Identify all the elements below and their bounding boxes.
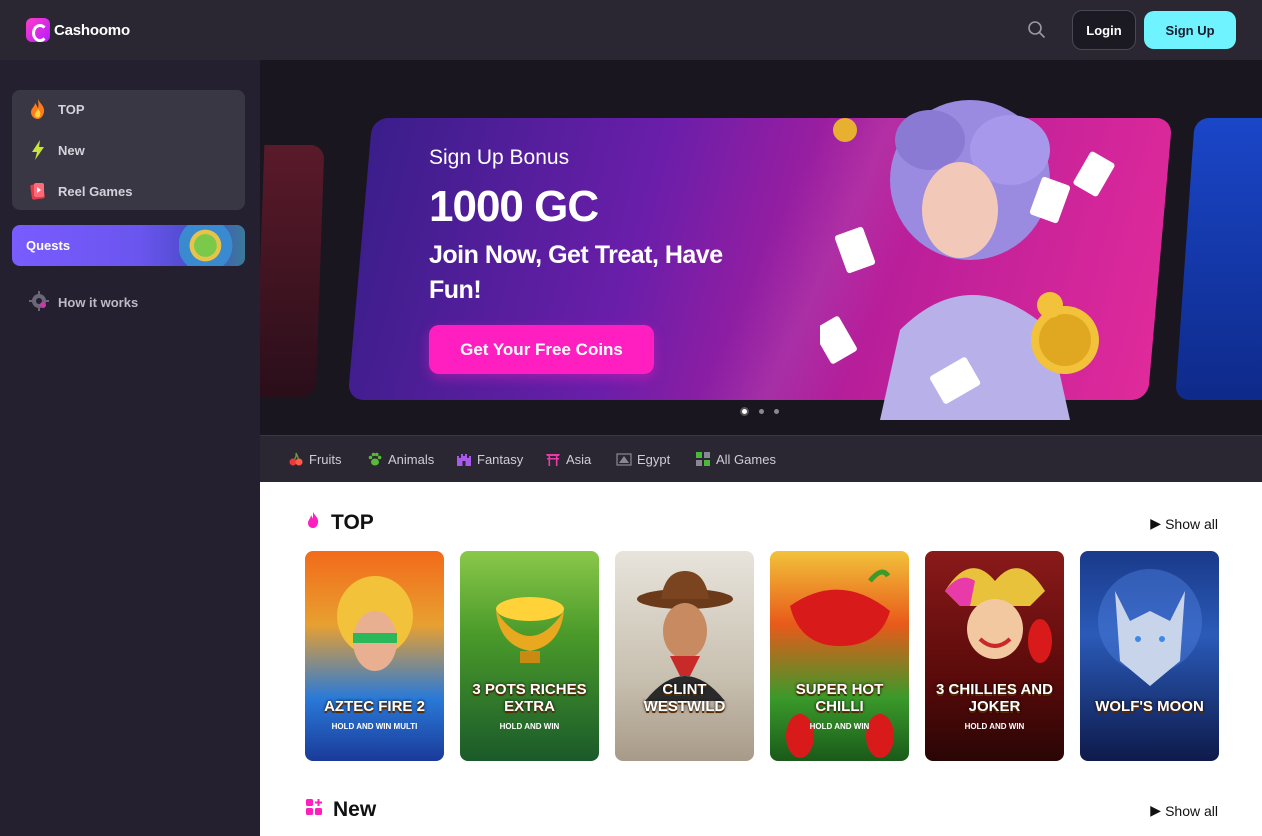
sidebar: TOP New Reel Games Quests How it works bbox=[0, 60, 260, 836]
signup-button[interactable]: Sign Up bbox=[1144, 11, 1236, 49]
category-label: All Games bbox=[716, 451, 776, 467]
next-slide-preview[interactable] bbox=[1175, 118, 1262, 400]
section-title-text: New bbox=[333, 798, 377, 821]
paw-icon bbox=[367, 451, 383, 467]
flame-icon bbox=[305, 511, 321, 535]
game-title: 3 POTS RICHES EXTRA bbox=[472, 681, 587, 715]
category-label: Fruits bbox=[309, 451, 342, 467]
carousel-dot[interactable] bbox=[774, 409, 779, 414]
new-grid-icon bbox=[305, 798, 323, 822]
category-asia[interactable]: Asia bbox=[545, 451, 591, 467]
castle-icon bbox=[456, 451, 472, 467]
game-title: AZTEC FIRE 2 bbox=[324, 698, 425, 715]
quests-map-image bbox=[179, 225, 245, 266]
how-it-works-label: How it works bbox=[58, 295, 139, 310]
logo-icon bbox=[26, 18, 50, 42]
category-fantasy[interactable]: Fantasy bbox=[456, 451, 523, 467]
game-card-super-hot-chilli[interactable]: SUPER HOT CHILLI HOLD AND WIN bbox=[770, 551, 909, 761]
top-header: Cashoomo Login Sign Up bbox=[0, 0, 1262, 60]
show-all-new-link[interactable]: ▶ Show all bbox=[1150, 802, 1218, 819]
game-subtitle: HOLD AND WIN bbox=[809, 722, 870, 731]
sidebar-item-label: Reel Games bbox=[58, 183, 133, 199]
play-icon: ▶ bbox=[1150, 515, 1162, 531]
section-title-text: TOP bbox=[331, 511, 374, 534]
reel-games-icon bbox=[28, 180, 48, 202]
game-title: CLINT WESTWILD bbox=[643, 681, 726, 715]
gear-icon bbox=[28, 290, 50, 315]
torii-icon bbox=[545, 451, 561, 467]
login-button[interactable]: Login bbox=[1072, 10, 1136, 50]
play-icon: ▶ bbox=[1150, 802, 1162, 818]
game-card-3-pots-riches-extra[interactable]: 3 POTS RICHES EXTRA HOLD AND WIN bbox=[460, 551, 599, 761]
sidebar-item-quests[interactable]: Quests bbox=[12, 225, 245, 266]
category-fruits[interactable]: Fruits bbox=[288, 451, 342, 467]
carousel-dots bbox=[740, 407, 779, 416]
sidebar-item-reel-games[interactable]: Reel Games bbox=[28, 179, 132, 203]
game-card-wolfs-moon[interactable]: WOLF'S MOON bbox=[1080, 551, 1219, 761]
carousel-dot[interactable] bbox=[759, 409, 764, 414]
grid-icon bbox=[695, 451, 711, 467]
hero-character-image bbox=[820, 100, 1115, 420]
top-games-row: AZTEC FIRE 2 HOLD AND WIN MULTI 3 POTS R… bbox=[305, 551, 1219, 761]
game-subtitle: HOLD AND WIN MULTI bbox=[331, 722, 418, 731]
game-artwork bbox=[1098, 569, 1202, 686]
previous-slide-preview[interactable] bbox=[260, 145, 325, 397]
game-card-aztec-fire-2[interactable]: AZTEC FIRE 2 HOLD AND WIN MULTI bbox=[305, 551, 444, 761]
category-label: Egypt bbox=[637, 451, 671, 467]
get-free-coins-button[interactable]: Get Your Free Coins bbox=[429, 325, 654, 374]
cherry-icon bbox=[288, 451, 304, 467]
pyramid-icon bbox=[616, 451, 632, 467]
category-bar: Fruits Animals Fantasy Asia Egypt All Ga… bbox=[260, 435, 1262, 482]
category-egypt[interactable]: Egypt bbox=[616, 451, 670, 467]
category-label: Asia bbox=[566, 451, 592, 467]
sidebar-item-top[interactable]: TOP bbox=[28, 97, 85, 121]
sidebar-item-label: TOP bbox=[58, 101, 85, 117]
show-all-label: Show all bbox=[1165, 802, 1218, 819]
search-icon[interactable] bbox=[1026, 19, 1048, 41]
game-subtitle: HOLD AND WIN bbox=[964, 722, 1025, 731]
lightning-icon bbox=[28, 139, 48, 161]
quests-label: Quests bbox=[26, 238, 71, 253]
game-subtitle: HOLD AND WIN bbox=[499, 722, 560, 731]
category-label: Animals bbox=[388, 451, 435, 467]
sidebar-item-label: New bbox=[58, 142, 85, 158]
game-card-3-chillies-and-joker[interactable]: 3 CHILLIES AND JOKER HOLD AND WIN bbox=[925, 551, 1064, 761]
game-title: 3 CHILLIES AND JOKER bbox=[936, 681, 1053, 715]
hero-tagline: Join Now, Get Treat, Have Fun! bbox=[429, 241, 723, 304]
hero-carousel[interactable]: Sign Up Bonus 1000 GC Join Now, Get Trea… bbox=[260, 60, 1262, 435]
game-title: SUPER HOT CHILLI bbox=[795, 681, 884, 715]
main-content: TOP ▶ Show all AZTEC FIRE 2 HOLD AND WIN… bbox=[260, 482, 1262, 836]
show-all-top-link[interactable]: ▶ Show all bbox=[1150, 515, 1218, 532]
fire-icon bbox=[28, 98, 48, 120]
carousel-dot[interactable] bbox=[740, 407, 749, 416]
sidebar-item-new[interactable]: New bbox=[28, 138, 85, 162]
brand-logo[interactable]: Cashoomo bbox=[26, 18, 130, 42]
section-title-new: New bbox=[305, 798, 376, 822]
section-title-top: TOP bbox=[305, 511, 374, 535]
game-card-clint-westwild[interactable]: CLINT WESTWILD bbox=[615, 551, 754, 761]
game-title: WOLF'S MOON bbox=[1095, 698, 1204, 715]
hero-bonus-amount: 1000 GC bbox=[429, 182, 599, 231]
category-label: Fantasy bbox=[477, 451, 524, 467]
category-all-games[interactable]: All Games bbox=[695, 451, 776, 467]
sidebar-item-how-it-works[interactable]: How it works bbox=[28, 290, 138, 315]
game-artwork bbox=[637, 571, 733, 701]
hero-subtitle: Sign Up Bonus bbox=[429, 146, 570, 169]
brand-name: Cashoomo bbox=[54, 21, 130, 39]
show-all-label: Show all bbox=[1165, 515, 1218, 532]
category-animals[interactable]: Animals bbox=[367, 451, 434, 467]
sidebar-nav: TOP New Reel Games bbox=[12, 90, 245, 210]
